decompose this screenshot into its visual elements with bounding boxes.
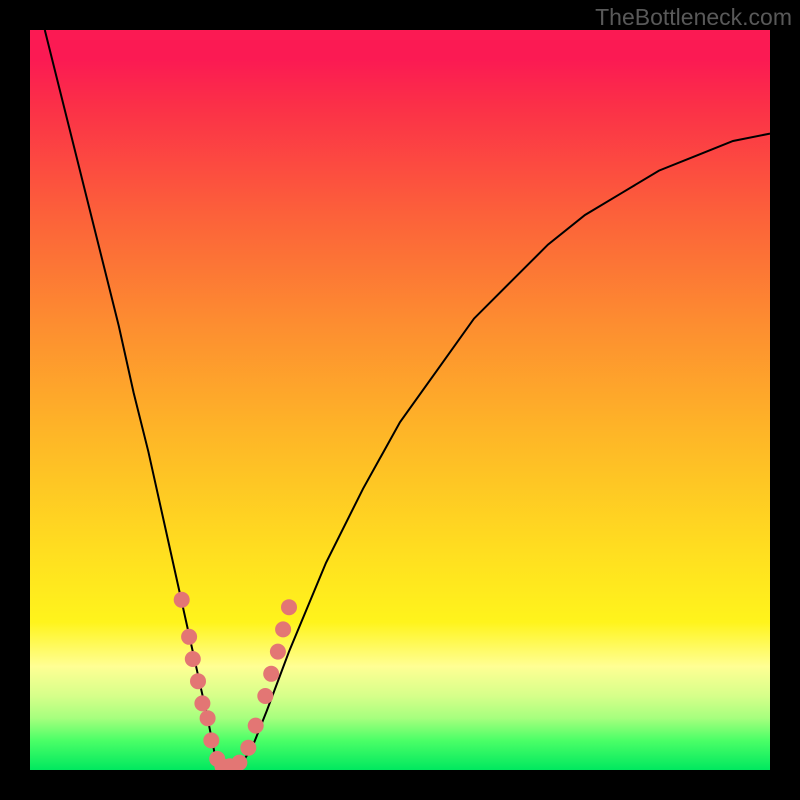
scatter-dot — [270, 644, 286, 660]
scatter-dot — [194, 695, 210, 711]
scatter-dot — [240, 740, 256, 756]
plot-area — [30, 30, 770, 770]
scatter-dot — [174, 592, 190, 608]
scatter-dot — [263, 666, 279, 682]
scatter-dot — [275, 621, 291, 637]
scatter-dot — [190, 673, 206, 689]
scatter-dot — [203, 732, 219, 748]
scatter-dot — [231, 755, 247, 770]
outer-frame: TheBottleneck.com — [0, 0, 800, 800]
scatter-dot — [281, 599, 297, 615]
scatter-dot — [257, 688, 273, 704]
curve-right — [230, 134, 770, 770]
curve-left — [45, 30, 230, 770]
scatter-dot — [248, 718, 264, 734]
scatter-dot — [185, 651, 201, 667]
scatter-dot — [181, 629, 197, 645]
chart-svg — [30, 30, 770, 770]
scatter-dot — [200, 710, 216, 726]
watermark-text: TheBottleneck.com — [595, 4, 792, 31]
